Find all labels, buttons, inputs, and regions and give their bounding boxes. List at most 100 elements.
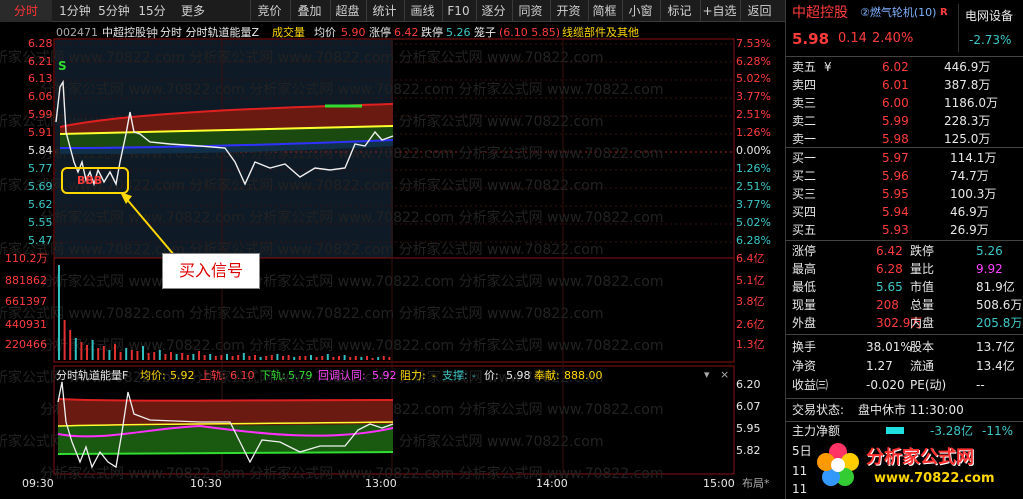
toolbar-item-15[interactable]: 小窗 bbox=[622, 0, 658, 22]
volume-tick-left-0: 110.2万 bbox=[5, 252, 48, 265]
stat-row-0[interactable]: 涨停 6.42 跌停 5.26 bbox=[786, 242, 1023, 260]
sub-close-icon[interactable]: × bbox=[720, 368, 729, 381]
volume-bar bbox=[192, 354, 195, 360]
limit-down-label: 跌停 bbox=[421, 26, 443, 39]
ask-price: 5.99 bbox=[882, 114, 909, 128]
toolbar-item-16[interactable]: 标记 bbox=[660, 0, 698, 22]
watermark-text: 分析家公式网 www.70822.com 分析家公式网 www.70822.co… bbox=[40, 209, 663, 226]
stat-label: 涨停 bbox=[792, 244, 817, 258]
watermark-text: 分析家公式网 www.70822.com 分析家公式网 www.70822.co… bbox=[0, 305, 603, 322]
toolbar-item-17[interactable]: +自选 bbox=[700, 0, 738, 22]
volume-bar bbox=[86, 345, 88, 360]
bid-row-4[interactable]: 买五 5.93 26.9万 bbox=[786, 221, 1023, 239]
volume-bar bbox=[349, 357, 352, 360]
toolbar-item-9[interactable]: 画线 bbox=[404, 0, 440, 22]
bid-label: 买二 bbox=[792, 169, 817, 183]
trade-status: 盘中休市 11:30:00 bbox=[858, 403, 964, 417]
ask-row-3[interactable]: 卖二 5.99 228.3万 bbox=[786, 112, 1023, 130]
bid-label: 买一 bbox=[792, 151, 817, 165]
ask-label: 卖二 bbox=[792, 114, 817, 128]
volume-bar bbox=[315, 357, 318, 360]
bid-price: 5.96 bbox=[882, 169, 909, 183]
ask-row-0[interactable]: 卖五 ¥6.02 446.9万 bbox=[786, 58, 1023, 76]
volume-bar bbox=[248, 356, 251, 360]
stat-row-1[interactable]: 最高 6.28 量比 9.92 bbox=[786, 260, 1023, 278]
price-pct-tick-right-6: 0.00% bbox=[736, 144, 771, 157]
bid-row-0[interactable]: 买一 5.97 114.1万 bbox=[786, 149, 1023, 167]
avg-value: 5.90 bbox=[341, 26, 366, 39]
toolbar-item-3[interactable]: 15分钟 bbox=[134, 0, 170, 40]
intraday-chart[interactable]: 分析家公式网 www.70822.com 分析家公式网 www.70822.co… bbox=[0, 22, 783, 499]
volume-bar bbox=[164, 354, 167, 360]
toolbar-item-8[interactable]: 统计 bbox=[366, 0, 402, 22]
bid-volume: 74.7万 bbox=[950, 169, 989, 183]
toolbar-item-18[interactable]: 返回 bbox=[740, 0, 778, 22]
toolbar-item-12[interactable]: 同资 bbox=[512, 0, 548, 22]
volume-bar bbox=[366, 356, 368, 360]
ask-row-1[interactable]: 卖四 6.01 387.8万 bbox=[786, 76, 1023, 94]
price-pct-tick-right-8: 2.51% bbox=[736, 180, 771, 193]
quote-change: 0.14 bbox=[838, 31, 867, 46]
stat-label: 总量 bbox=[910, 298, 935, 312]
stat-label: 外盘 bbox=[792, 316, 817, 330]
toolbar-item-1[interactable]: 1分钟 bbox=[56, 0, 94, 22]
stat-value: 1.27 bbox=[866, 359, 893, 373]
ask-row-2[interactable]: 卖三 6.00 1186.0万 bbox=[786, 94, 1023, 112]
volume-bar bbox=[304, 356, 307, 360]
stat2-row-2[interactable]: 收益㈢ -0.020 PE(动) -- bbox=[786, 376, 1023, 394]
sub-support-label: 支撑: bbox=[442, 369, 468, 382]
toolbar-item-10[interactable]: F10 bbox=[442, 0, 474, 22]
volume-bar bbox=[158, 350, 161, 360]
price-tick-left-4: 5.99 bbox=[28, 108, 53, 121]
toolbar-item-6[interactable]: 叠加 bbox=[290, 0, 328, 22]
toolbar-item-13[interactable]: 开资 bbox=[550, 0, 586, 22]
volume-bar bbox=[175, 354, 178, 360]
start-marker: S bbox=[58, 59, 67, 73]
stat-label: 换手 bbox=[792, 340, 817, 354]
volume-tick-left-2: 661397 bbox=[5, 295, 47, 308]
toolbar-item-14[interactable]: 简框 bbox=[588, 0, 620, 22]
volume-bar bbox=[170, 352, 172, 360]
toolbar-item-4[interactable]: 更多 bbox=[171, 0, 215, 22]
bid-row-1[interactable]: 买二 5.96 74.7万 bbox=[786, 167, 1023, 185]
volume-bar bbox=[382, 356, 385, 360]
toolbar-item-2[interactable]: 5分钟 bbox=[95, 0, 133, 22]
toolbar-item-11[interactable]: 逐分 bbox=[476, 0, 510, 22]
sub-pullback-label: 回调认同: bbox=[318, 369, 366, 382]
volume-tick-right-4: 1.3亿 bbox=[736, 338, 765, 351]
toolbar-item-0[interactable]: 分时 bbox=[0, 0, 52, 22]
net-value: -3.28亿 bbox=[930, 424, 974, 438]
sub-tick-right-1: 6.07 bbox=[736, 400, 761, 413]
toolbar-item-7[interactable]: 超盘 bbox=[330, 0, 364, 22]
layout-button[interactable]: 布局* bbox=[742, 477, 770, 490]
quote-sector[interactable]: ②燃气轮机(10) bbox=[860, 4, 936, 22]
stat-row-3[interactable]: 现量 208 总量 508.6万 bbox=[786, 296, 1023, 314]
watermark-text: 分析家公式网 www.70822.com 分析家公式网 www.70822.co… bbox=[40, 81, 663, 98]
sub-dropdown-icon[interactable]: ▾ bbox=[704, 368, 710, 381]
stat-row-2[interactable]: 最低 5.65 市值 81.9亿 bbox=[786, 278, 1023, 296]
toolbar-item-5[interactable]: 竞价 bbox=[250, 0, 288, 22]
stat-label: 量比 bbox=[910, 262, 935, 276]
volume-bar bbox=[63, 320, 66, 360]
volume-tick-left-3: 440931 bbox=[5, 318, 47, 331]
stat-label: 最高 bbox=[792, 262, 817, 276]
watermark-text: 分析家公式网 www.70822.com 分析家公式网 www.70822.co… bbox=[40, 273, 663, 290]
ask-volume: 1186.0万 bbox=[944, 96, 998, 110]
bid-row-3[interactable]: 买四 5.94 46.9万 bbox=[786, 203, 1023, 221]
time-tick-3: 14:00 bbox=[536, 477, 568, 490]
ask-row-4[interactable]: 卖一 5.98 125.0万 bbox=[786, 130, 1023, 148]
price-tick-left-3: 6.06 bbox=[28, 90, 53, 103]
price-pct-tick-right-1: 6.28% bbox=[736, 55, 771, 68]
industry-name: 电网设备 bbox=[965, 9, 1014, 23]
stat2-row-1[interactable]: 净资 1.27 流通 13.4亿 bbox=[786, 357, 1023, 375]
price-pct-tick-right-4: 2.51% bbox=[736, 108, 771, 121]
volume-bar bbox=[153, 352, 156, 360]
stat-row-4[interactable]: 外盘 302.9万 内盘 205.8万 bbox=[786, 314, 1023, 332]
bid-row-2[interactable]: 买三 5.95 100.3万 bbox=[786, 185, 1023, 203]
sub-avg-label: 均价: bbox=[140, 369, 166, 382]
ask-price: 6.01 bbox=[882, 78, 909, 92]
industry-box[interactable]: 电网设备 -2.73% bbox=[958, 4, 1022, 52]
stat2-row-0[interactable]: 换手 38.01% 股本 13.7亿 bbox=[786, 338, 1023, 356]
volume-tick-left-4: 220466 bbox=[5, 338, 47, 351]
volume-bar bbox=[354, 356, 357, 360]
